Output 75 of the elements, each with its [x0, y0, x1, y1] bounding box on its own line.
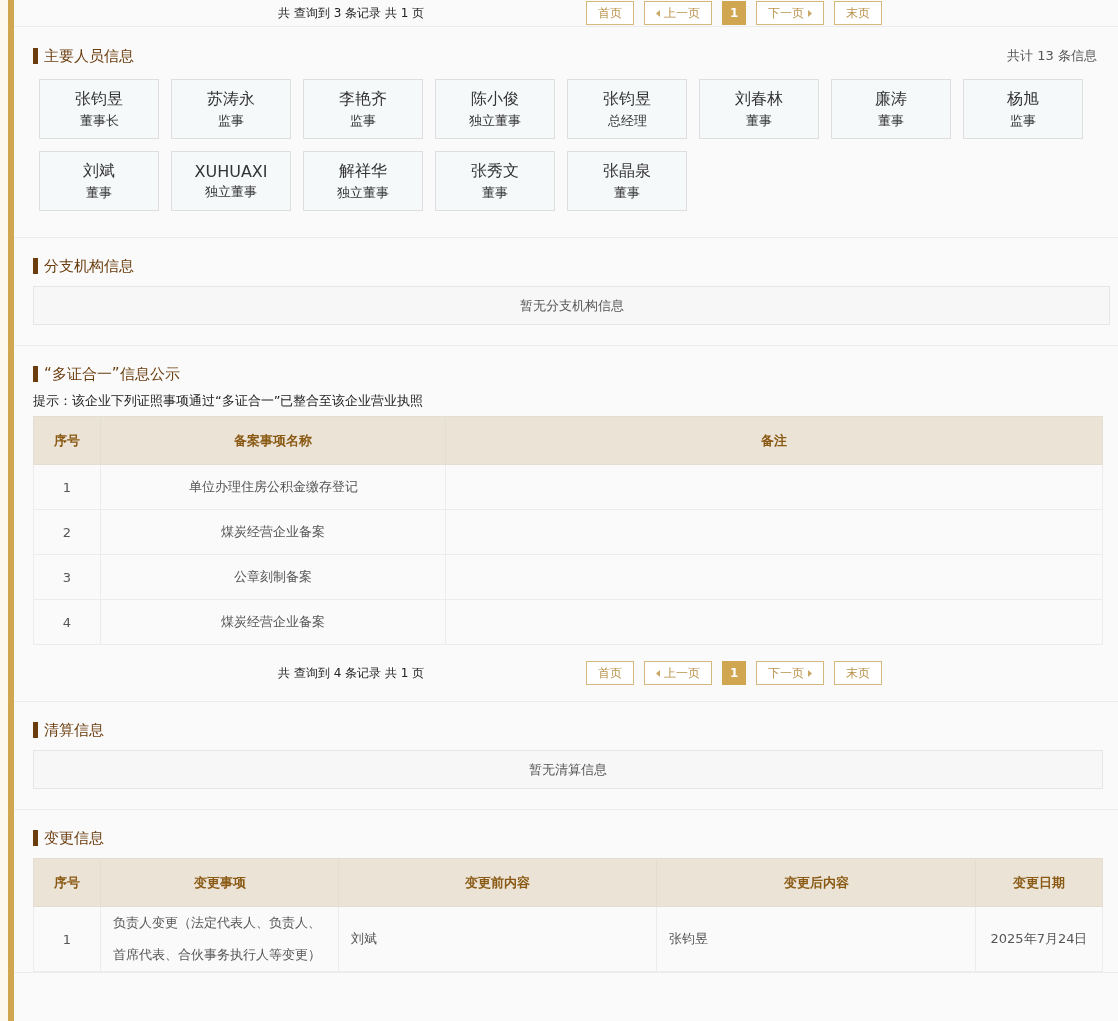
- person-name: 刘春林: [735, 88, 783, 110]
- left-triangle-icon: [656, 9, 660, 17]
- table-cell: 4: [33, 599, 101, 645]
- column-header: 变更前内容: [338, 858, 657, 907]
- person-role: 董事: [482, 183, 508, 202]
- column-header: 备案事项名称: [100, 416, 446, 465]
- section-title: 清算信息: [33, 722, 104, 738]
- table-cell: 2: [33, 509, 101, 555]
- empty-message: 暂无分支机构信息: [33, 286, 1110, 325]
- person-card[interactable]: 刘斌 董事: [39, 151, 159, 211]
- person-name: 李艳齐: [339, 88, 387, 110]
- person-card[interactable]: 张钧昱 总经理: [567, 79, 687, 139]
- person-role: 独立董事: [337, 183, 389, 202]
- person-name: 苏涛永: [207, 88, 255, 110]
- empty-message: 暂无清算信息: [33, 750, 1103, 789]
- person-card[interactable]: 张秀文 董事: [435, 151, 555, 211]
- section-title: 主要人员信息: [33, 48, 134, 64]
- person-card[interactable]: 杨旭 监事: [963, 79, 1083, 139]
- person-role: 独立董事: [205, 182, 257, 201]
- right-triangle-icon: [808, 9, 813, 17]
- record-count: 共计 13 条信息: [1007, 47, 1097, 65]
- person-name: 陈小俊: [471, 88, 519, 110]
- person-name: 刘斌: [83, 160, 115, 182]
- person-name: 张秀文: [471, 160, 519, 182]
- person-name: 张晶泉: [603, 160, 651, 182]
- person-card[interactable]: 苏涛永 监事: [171, 79, 291, 139]
- column-header: 变更后内容: [656, 858, 976, 907]
- person-role: 监事: [218, 111, 244, 130]
- column-header: 变更日期: [975, 858, 1103, 907]
- table-cell: 煤炭经营企业备案: [100, 599, 446, 645]
- person-role: 董事: [86, 183, 112, 202]
- column-header: 序号: [33, 858, 101, 907]
- column-header: 序号: [33, 416, 101, 465]
- person-card[interactable]: 张钧昱 董事长: [39, 79, 159, 139]
- table-cell: 张钧昱: [656, 906, 976, 972]
- table-cell: 3: [33, 554, 101, 600]
- table-cell: 负责人变更（法定代表人、负责人、首席代表、合伙事务执行人等变更）: [100, 906, 339, 972]
- table-cell: 刘斌: [338, 906, 657, 972]
- person-role: 独立董事: [469, 111, 521, 130]
- table-cell: 煤炭经营企业备案: [100, 509, 446, 555]
- person-name: 张钧昱: [603, 88, 651, 110]
- person-card[interactable]: 张晶泉 董事: [567, 151, 687, 211]
- person-role: 董事: [614, 183, 640, 202]
- person-card[interactable]: 李艳齐 监事: [303, 79, 423, 139]
- person-card[interactable]: 廉涛 董事: [831, 79, 951, 139]
- person-name: 杨旭: [1007, 88, 1039, 110]
- table-cell: 1: [33, 464, 101, 510]
- person-name: 张钧昱: [75, 88, 123, 110]
- table-cell: 公章刻制备案: [100, 554, 446, 600]
- person-role: 董事长: [79, 111, 119, 130]
- record-summary: 共 查询到 3 条记录 共 1 页: [278, 4, 426, 22]
- left-triangle-icon: [656, 669, 660, 677]
- person-name: 廉涛: [875, 88, 907, 110]
- person-card[interactable]: XUHUAXI 独立董事: [171, 151, 291, 211]
- table-cell: 1: [33, 906, 101, 972]
- person-name: XUHUAXI: [194, 161, 268, 181]
- person-role: 董事: [746, 111, 772, 130]
- person-role: 董事: [878, 111, 904, 130]
- person-card[interactable]: 解祥华 独立董事: [303, 151, 423, 211]
- right-triangle-icon: [808, 669, 813, 677]
- column-header: 变更事项: [100, 858, 339, 907]
- table-cell: 2025年7月24日: [975, 906, 1103, 972]
- person-role: 监事: [350, 111, 376, 130]
- person-name: 解祥华: [339, 160, 387, 182]
- record-summary: 共 查询到 4 条记录 共 1 页: [278, 664, 426, 682]
- table-cell: 单位办理住房公积金缴存登记: [100, 464, 446, 510]
- person-card[interactable]: 陈小俊 独立董事: [435, 79, 555, 139]
- hint-text: 提示：该企业下列证照事项通过“多证合一”已整合至该企业营业执照: [33, 392, 425, 410]
- section-title: 变更信息: [33, 830, 104, 846]
- person-role: 监事: [1010, 111, 1036, 130]
- column-header: 备注: [445, 416, 1103, 465]
- section-title: “多证合一”信息公示: [33, 366, 180, 382]
- person-role: 总经理: [607, 111, 647, 130]
- person-card[interactable]: 刘春林 董事: [699, 79, 819, 139]
- section-title: 分支机构信息: [33, 258, 134, 274]
